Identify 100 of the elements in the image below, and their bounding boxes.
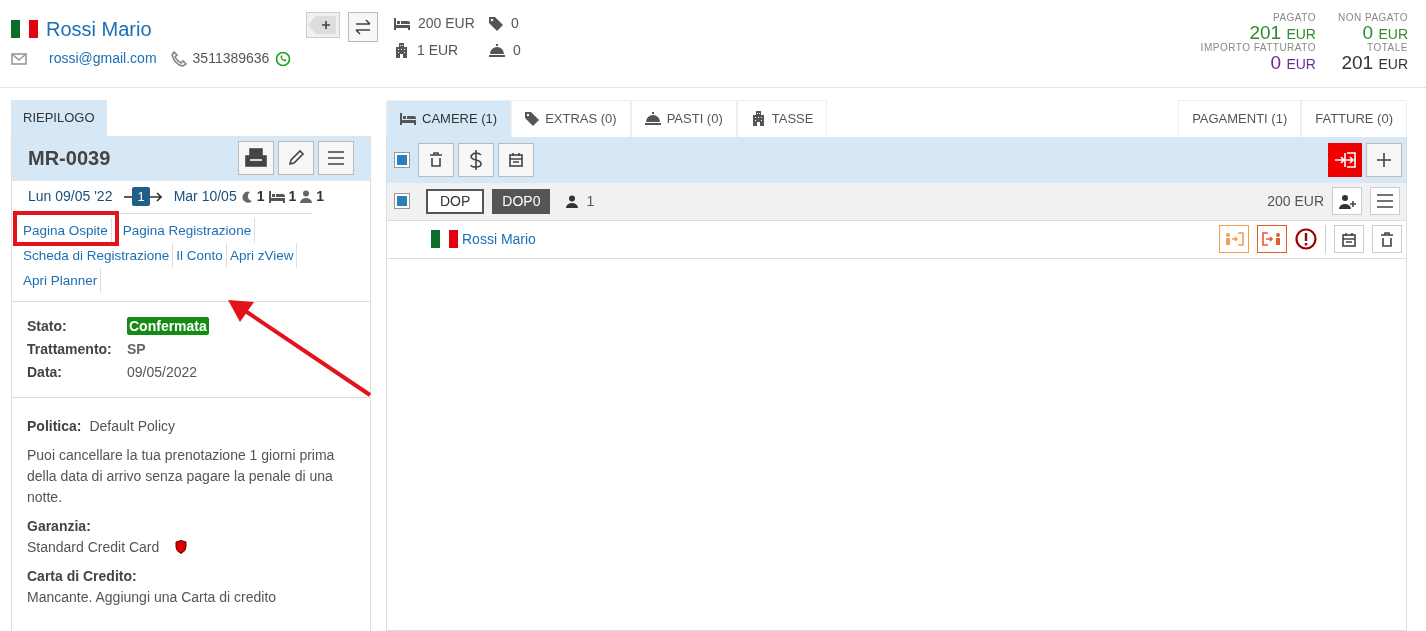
shield-icon — [175, 540, 188, 554]
tab[interactable]: PAGAMENTI (1) — [1178, 100, 1302, 137]
menu-icon — [327, 150, 345, 166]
policy-text: Puoi cancellare la tua prenotazione 1 giorni prima della data di arrivo senza pagare la penale di una notte. — [27, 445, 336, 507]
room-guests: 1 — [586, 191, 595, 211]
arrow-icon — [149, 191, 162, 202]
counter-value: 0 — [511, 14, 519, 33]
tab[interactable]: PASTI (0) — [630, 100, 737, 137]
dollar-icon — [469, 149, 483, 170]
trash-icon — [1380, 231, 1394, 247]
tab[interactable]: TASSE — [736, 100, 828, 137]
link[interactable]: Scheda di Registrazione — [20, 242, 174, 268]
print-button[interactable] — [238, 141, 274, 175]
total-amount: 201 EUR — [1340, 53, 1408, 72]
alert-icon — [1295, 228, 1317, 250]
person-icon — [566, 195, 579, 209]
add-tag-button[interactable] — [306, 12, 340, 38]
total-label: TOTALE — [1366, 42, 1408, 53]
total-label: IMPORTO FATTURATO — [1200, 42, 1316, 53]
link[interactable]: Apri Planner — [20, 267, 102, 293]
edit-button[interactable] — [278, 141, 314, 175]
policy-label: Politica: — [27, 416, 82, 436]
email-link[interactable]: rossi@gmail.com — [49, 48, 157, 69]
menu-icon — [1376, 193, 1394, 209]
room-code: DOP — [426, 188, 485, 214]
calendar-icon — [509, 152, 523, 167]
detail-label: Stato: — [27, 316, 68, 336]
check-in-icon — [1224, 232, 1244, 246]
detail-value: Confermata — [127, 316, 209, 335]
trash-icon — [429, 152, 443, 167]
envelope-icon — [11, 52, 27, 65]
italy-flag-icon — [431, 230, 458, 248]
transfer-button[interactable] — [348, 12, 378, 42]
credit-card-status: Mancante. — [27, 588, 93, 605]
rooms-count: 1 — [288, 187, 297, 206]
bed-icon — [400, 112, 416, 125]
printer-icon — [245, 148, 267, 168]
detail-value: SP — [127, 340, 146, 357]
add-guest-button[interactable] — [1332, 187, 1362, 215]
policy-name: Default Policy — [89, 416, 176, 436]
counter-value: 1 EUR — [417, 41, 459, 60]
price-button[interactable] — [458, 142, 494, 177]
add-credit-card-link[interactable]: Aggiungi una Carta di credito — [95, 588, 277, 605]
room-price: 200 EUR — [1267, 191, 1324, 211]
guarantee-value: Standard Credit Card — [27, 537, 160, 557]
tab[interactable]: EXTRAS (0) — [511, 100, 631, 137]
nights-count: 1 — [256, 187, 265, 206]
summary-tab[interactable]: RIEPILOGO — [11, 100, 107, 136]
select-all-checkbox[interactable] — [394, 151, 410, 168]
calendar-button[interactable] — [1334, 225, 1364, 253]
tab[interactable]: FATTURE (0) — [1301, 100, 1407, 137]
total-amount: 201 EUR — [1248, 23, 1316, 42]
swap-arrows-icon — [354, 19, 372, 35]
link[interactable]: Pagina Ospite — [20, 217, 112, 243]
total-label: PAGATO — [1271, 12, 1316, 23]
cloche-icon — [644, 112, 661, 126]
calendar-button[interactable] — [498, 142, 534, 177]
delete-button[interactable] — [418, 142, 454, 177]
credit-card-label: Carta di Credito: — [27, 566, 138, 586]
departure-date: Mar 10/05 — [173, 187, 237, 206]
tag-plus-icon — [308, 14, 338, 36]
room-menu-button[interactable] — [1370, 187, 1400, 215]
building-icon — [750, 111, 766, 127]
bed-icon — [394, 17, 410, 30]
guest-link[interactable]: Rossi Mario — [462, 228, 536, 250]
link[interactable]: Apri zView — [226, 242, 298, 268]
room-checkbox[interactable] — [394, 193, 410, 209]
check-out-icon — [1262, 232, 1282, 246]
guest-name-link[interactable]: Rossi Mario — [46, 14, 152, 44]
add-button[interactable] — [1366, 142, 1402, 177]
phone-icon — [170, 51, 187, 68]
check-in-button[interactable] — [1219, 225, 1249, 253]
check-out-button[interactable] — [1257, 225, 1287, 253]
menu-button[interactable] — [318, 141, 354, 175]
tag-icon — [525, 111, 540, 126]
tag-icon — [489, 16, 503, 31]
total-amount: 0 EUR — [1269, 53, 1316, 72]
person-plus-icon — [1338, 193, 1356, 209]
link[interactable]: Pagina Registrazione — [119, 217, 256, 243]
total-amount: 0 EUR — [1361, 23, 1408, 42]
counter-value: 200 EUR — [418, 14, 475, 33]
total-label: NON PAGATO — [1338, 12, 1408, 23]
split-arrows-icon — [1334, 151, 1356, 168]
plus-icon — [1376, 151, 1392, 168]
guarantee-label: Garanzia: — [27, 516, 92, 536]
person-icon — [300, 190, 313, 203]
reservation-code: MR-0039 — [28, 146, 111, 171]
italy-flag-icon — [11, 20, 38, 38]
detail-value: 09/05/2022 — [127, 363, 198, 380]
building-icon — [394, 43, 409, 58]
whatsapp-icon — [275, 50, 292, 67]
phone-number: 3511389636 — [192, 49, 270, 68]
link[interactable]: Il Conto — [173, 242, 227, 268]
cloche-icon — [489, 44, 505, 57]
delete-button[interactable] — [1372, 225, 1402, 253]
moon-icon — [240, 190, 253, 203]
guests-count: 1 — [316, 187, 325, 206]
split-button[interactable] — [1328, 142, 1362, 177]
room-type: DOP0 — [492, 188, 551, 214]
tab[interactable]: CAMERE (1) — [386, 100, 512, 137]
